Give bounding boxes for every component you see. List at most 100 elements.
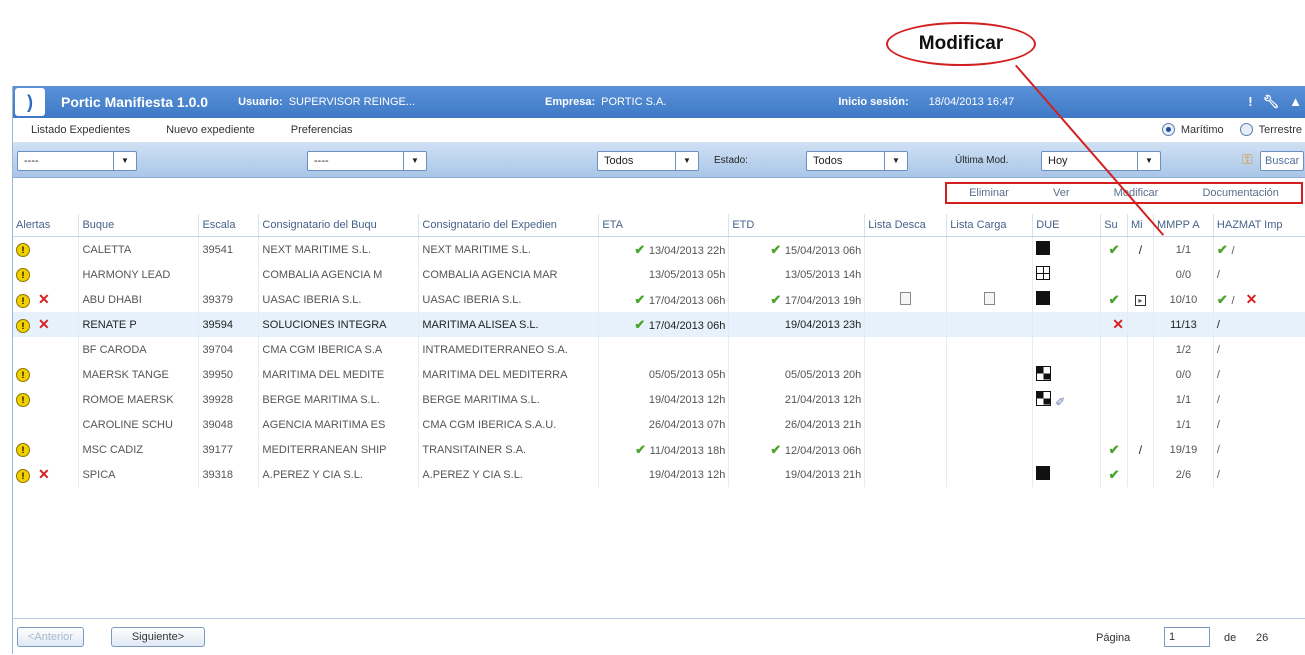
table-row[interactable]: CAROLINE SCHU 39048 AGENCIA MARITIMA ES CMA… xyxy=(13,412,1305,437)
cons-buque-value: SOLUCIONES INTEGRA xyxy=(262,318,387,331)
table-row[interactable]: ! ROMOE MAERSK 39928 BERGE MARITIMA S.L. BER… xyxy=(13,387,1305,412)
key-icon[interactable]: ⚿ xyxy=(1242,151,1253,168)
escala-value: 39541 xyxy=(202,243,234,256)
menu-preferencias[interactable]: Preferencias xyxy=(291,124,353,136)
table-row[interactable]: BF CARODA 39704 CMA CGM IBERICA S.A INTRAME… xyxy=(13,337,1305,362)
table-row[interactable]: ! HARMONY LEAD COMBALIA AGENCIA M COMBALIA … xyxy=(13,262,1305,287)
cons-exp-value: A.PEREZ Y CIA S.L. xyxy=(422,468,523,481)
alerts-cell xyxy=(13,337,80,362)
slash-separator: / xyxy=(1216,343,1220,356)
lista-carga-cell xyxy=(946,312,1034,337)
mode-radio-group: Marítimo Terrestre xyxy=(1161,123,1302,136)
eta-value: 11/04/2013 18h xyxy=(649,444,726,457)
etd-cell: 05/05/2013 20h xyxy=(728,362,866,387)
cap-icon[interactable]: ▲ xyxy=(1289,94,1302,110)
filter-select-2[interactable]: ---- ▼ xyxy=(307,151,427,171)
mmpp-value: 0/0 xyxy=(1175,268,1192,281)
prev-page-button[interactable]: <Anterior xyxy=(17,627,84,647)
table-row[interactable]: ! MAERSK TANGE 39950 MARITIMA DEL MEDITE MAR… xyxy=(13,362,1305,387)
hazmat-cell: / xyxy=(1213,337,1305,362)
su-cell xyxy=(1100,387,1128,412)
company-value: PORTIC S.A. xyxy=(601,96,667,108)
filter-select-3[interactable]: Todos ▼ xyxy=(597,151,699,171)
cons-exp-value: BERGE MARITIMA S.L. xyxy=(422,393,540,406)
column-header[interactable]: Buque xyxy=(78,214,200,237)
view-action[interactable]: Ver xyxy=(1053,187,1070,199)
buque-cell: CALETTA xyxy=(78,236,200,262)
checker-icon xyxy=(1036,390,1052,406)
column-header[interactable]: Lista Carga xyxy=(946,214,1034,237)
column-header[interactable]: ETD xyxy=(728,214,866,237)
buque-value: RENATE P xyxy=(82,318,137,331)
table-row[interactable]: ! ✕ ABU DHABI 39379 UASAC IBERIA S.L. UASAC I… xyxy=(13,287,1305,312)
check-icon: ✔ xyxy=(634,291,649,307)
column-header[interactable]: Alertas xyxy=(13,214,80,237)
column-header[interactable]: HAZMAT Imp xyxy=(1213,214,1305,237)
lista-carga-cell xyxy=(946,412,1034,437)
mmpp-cell: 1/1 xyxy=(1153,412,1214,437)
cons-buque-cell: CMA CGM IBERICA S.A xyxy=(258,337,420,362)
etd-cell: 21/04/2013 12h xyxy=(728,387,866,412)
mmpp-cell: 1/2 xyxy=(1153,337,1214,362)
search-button[interactable]: Buscar xyxy=(1260,151,1305,171)
warning-icon: ! xyxy=(16,442,30,457)
pen-icon: / xyxy=(1138,242,1143,257)
documentation-action[interactable]: Documentación xyxy=(1202,187,1278,199)
column-header[interactable]: Su xyxy=(1100,214,1128,237)
cons-exp-value: MARITIMA ALISEA S.L. xyxy=(422,318,539,331)
modify-action[interactable]: Modificar xyxy=(1114,187,1159,199)
row-actions-box: Eliminar Ver Modificar Documentación xyxy=(945,182,1303,204)
radio-terrestre[interactable] xyxy=(1239,123,1253,136)
due-cell xyxy=(1032,462,1102,487)
table-row[interactable]: ! ✕ RENATE P 39594 SOLUCIONES INTEGRA MARITIM… xyxy=(13,312,1305,337)
alerts-cell xyxy=(13,412,80,437)
table-row[interactable]: ! ✕ SPICA 39318 A.PEREZ Y CIA S.L. A.PEREZ Y … xyxy=(13,462,1305,487)
user-value: SUPERVISOR REINGE... xyxy=(288,96,416,108)
paperclip-icon: ✐ xyxy=(1055,394,1066,409)
eta-value: 26/04/2013 07h xyxy=(648,418,726,431)
lista-descarga-cell xyxy=(864,437,948,462)
delete-action[interactable]: Eliminar xyxy=(969,187,1009,199)
column-header[interactable]: Consignatario del Buqu xyxy=(258,214,420,237)
warning-icon: ! xyxy=(16,319,30,333)
buque-cell: HARMONY LEAD xyxy=(78,262,200,287)
slash-separator: / xyxy=(1216,368,1220,381)
column-header[interactable]: Lista Desca xyxy=(864,214,948,237)
column-header[interactable]: Consignatario del Expedien xyxy=(418,214,600,237)
mi-cell: / xyxy=(1127,236,1154,262)
filter-select-1[interactable]: ---- ▼ xyxy=(17,151,137,171)
ultima-mod-label: Última Mod. xyxy=(955,155,1009,166)
cons-buque-cell: NEXT MARITIME S.L. xyxy=(258,236,420,262)
mi-cell: / xyxy=(1127,437,1154,462)
eta-cell: ✔ 13/04/2013 22h xyxy=(598,236,730,262)
alert-icon[interactable]: ! xyxy=(1248,94,1252,110)
etd-value: 19/04/2013 23h xyxy=(784,318,862,331)
check-icon: ✔ xyxy=(770,441,785,457)
radio-maritimo[interactable] xyxy=(1161,123,1175,136)
cons-buque-value: UASAC IBERIA S.L. xyxy=(262,293,362,306)
column-header[interactable]: ETA xyxy=(598,214,730,237)
mmpp-value: 1/1 xyxy=(1175,393,1192,406)
pagination-bar: <Anterior Siguiente> Página 1 de 26 xyxy=(13,618,1305,655)
black-square-icon xyxy=(1036,466,1051,480)
cons-exp-cell: BERGE MARITIMA S.L. xyxy=(418,387,600,412)
menu-listado-expedientes[interactable]: Listado Expedientes xyxy=(31,124,130,136)
page-input[interactable]: 1 xyxy=(1164,627,1210,647)
due-cell xyxy=(1032,236,1102,262)
escala-cell: 39594 xyxy=(198,312,260,337)
cons-exp-cell: UASAC IBERIA S.L. xyxy=(418,287,600,312)
user-label: Usuario: xyxy=(238,96,283,108)
eta-value: 13/05/2013 05h xyxy=(648,268,726,281)
menu-nuevo-expediente[interactable]: Nuevo expediente xyxy=(166,124,255,136)
wrench-icon[interactable]: 🔧︎ xyxy=(1263,94,1280,110)
column-header[interactable]: Escala xyxy=(198,214,260,237)
buque-cell: CAROLINE SCHU xyxy=(78,412,200,437)
lista-descarga-cell xyxy=(864,287,948,312)
table-row[interactable]: ! CALETTA 39541 NEXT MARITIME S.L. NEXT MARI… xyxy=(13,236,1305,262)
buque-value: CALETTA xyxy=(82,243,132,256)
next-page-button[interactable]: Siguiente> xyxy=(111,627,205,647)
estado-select[interactable]: Todos ▼ xyxy=(806,151,908,171)
table-row[interactable]: ! MSC CADIZ 39177 MEDITERRANEAN SHIP TRANSIT… xyxy=(13,437,1305,462)
column-header[interactable]: DUE xyxy=(1032,214,1102,237)
buque-value: MSC CADIZ xyxy=(82,443,143,456)
